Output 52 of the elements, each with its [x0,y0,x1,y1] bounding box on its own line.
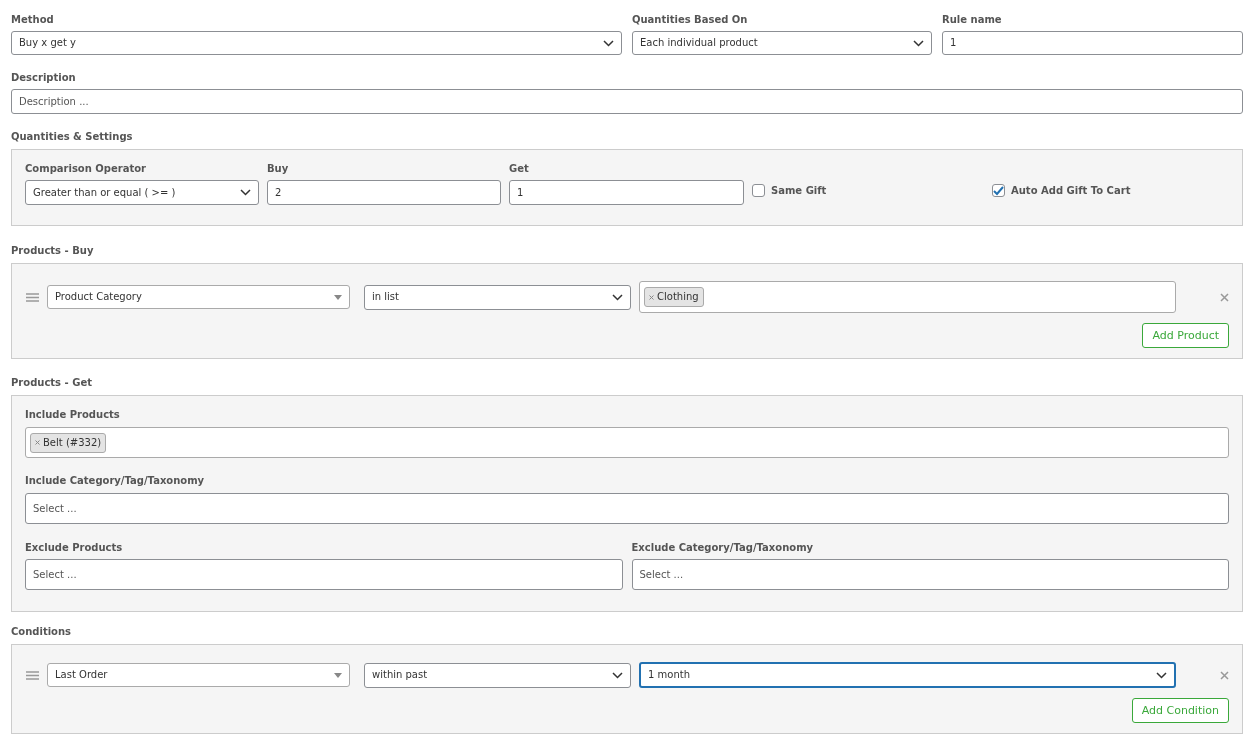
field-label: Quantities Based On [632,14,749,26]
remove-icon[interactable] [649,294,654,300]
select-dropdown[interactable]: in list [364,284,631,310]
field-label: Comparison Operator [25,163,148,175]
text-input[interactable]: 1 [942,31,1243,55]
field-label: Get [509,163,530,175]
combobox[interactable]: Last Order [47,663,350,687]
input-field[interactable]: Select ... [25,559,623,590]
field-label: Products - Buy [11,245,95,257]
input-field[interactable]: Select ... [25,493,1229,524]
drag-handle-icon[interactable] [26,292,39,302]
checkbox-label: Same Gift [771,184,827,197]
select-dropdown[interactable]: within past [364,662,631,688]
field-label: Products - Get [11,377,93,389]
chevron-down-icon [1156,671,1167,679]
select-dropdown[interactable]: 1 month [639,662,1176,688]
field-label: Include Category/Tag/Taxonomy [25,475,206,487]
select-dropdown[interactable]: Greater than or equal ( >= ) [25,180,259,205]
tag-chip: Belt (#332) [30,432,107,453]
combobox[interactable]: Product Category [47,285,350,309]
tag-chip: Clothing [644,287,704,307]
field-label: Buy [267,163,290,175]
select-dropdown[interactable]: Each individual product [632,31,932,55]
chevron-down-icon [603,39,614,47]
field-label: Quantities & Settings [11,131,134,143]
caret-down-icon [334,294,342,300]
close-icon[interactable] [1220,292,1229,302]
chevron-down-icon [612,671,623,679]
checkbox[interactable] [992,184,1005,197]
checkbox-label: Auto Add Gift To Cart [1011,184,1131,197]
field-label: Exclude Products [25,542,124,554]
field-label: Exclude Category/Tag/Taxonomy [631,542,815,554]
tag-input[interactable]: Clothing [639,281,1176,313]
caret-down-icon [334,672,342,678]
chevron-down-icon [913,39,924,47]
drag-handle-icon[interactable] [26,670,39,680]
chevron-down-icon [240,189,251,196]
remove-icon[interactable] [35,440,40,445]
field-label: Rule name [942,14,1003,26]
checkbox[interactable] [752,184,765,197]
text-input[interactable]: 1 [509,180,744,205]
tag-input[interactable]: Belt (#332) [25,427,1229,458]
field-label: Method [11,14,55,26]
close-icon[interactable] [1220,670,1229,680]
input-field[interactable]: Select ... [631,559,1229,590]
field-label: Include Products [25,409,121,421]
chevron-down-icon [612,293,623,301]
field-label: Conditions [11,626,73,638]
text-input[interactable]: 2 [267,180,501,205]
field-label: Description [11,72,77,84]
select-dropdown[interactable]: Buy x get y [11,31,622,55]
input-field[interactable]: Description ... [11,89,1243,114]
